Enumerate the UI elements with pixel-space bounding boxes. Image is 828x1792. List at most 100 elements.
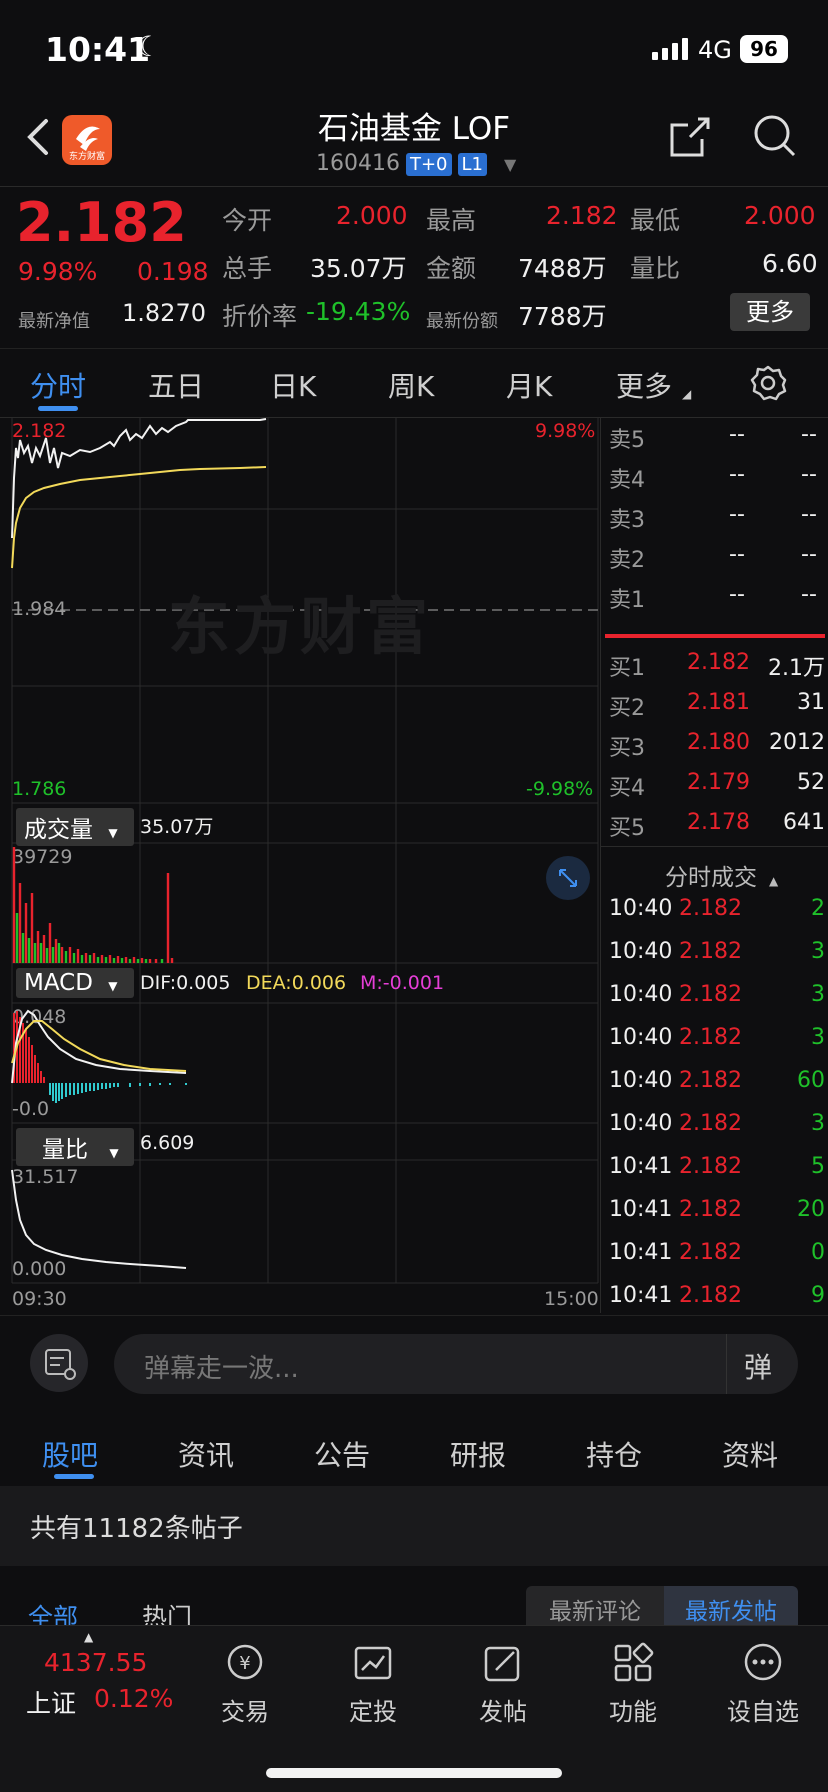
volume-indicator-label: 成交量	[24, 817, 93, 843]
order-book: 卖5 -- -- 卖4 -- -- 卖3 -- -- 卖2 -- -- 卖1 -- -- 买1 2.1…	[600, 418, 828, 1313]
change-pct: 9.98%	[18, 257, 98, 286]
signal-icon	[652, 38, 692, 60]
book-divider	[605, 634, 825, 638]
tag-l1: L1	[457, 152, 487, 176]
tab-guba[interactable]: 股吧	[42, 1434, 98, 1474]
tick-row: 10:40 2.182 3	[609, 982, 825, 1007]
tab-5day[interactable]: 五日	[148, 365, 204, 405]
stock-code-line: 160416 T+0 L1 ▼	[316, 151, 516, 176]
triangle-icon: ◢	[682, 387, 692, 401]
index-ticker[interactable]: ▲ 4137.55 上证 0.12%	[20, 1630, 180, 1730]
danmu-input[interactable]: 弹幕走一波... 弹	[114, 1334, 798, 1394]
dropdown-icon: ▼	[109, 1146, 119, 1160]
change-value: 0.198	[137, 257, 209, 286]
tab-monthly-k[interactable]: 月K	[506, 365, 552, 405]
chart-top-price: 2.182	[12, 420, 67, 442]
buy-row: 买5 2.178 641	[609, 810, 825, 841]
ratio-label: 量比	[630, 254, 681, 283]
volume-value: 35.07万	[310, 254, 407, 283]
forum-tab-underline	[54, 1474, 94, 1479]
tab-holdings[interactable]: 持仓	[586, 1434, 642, 1474]
tab-weekly-k[interactable]: 周K	[388, 365, 434, 405]
expand-icon[interactable]	[546, 856, 590, 900]
tick-row: 10:41 2.182 0	[609, 1240, 825, 1265]
buy-row: 买2 2.181 31	[609, 690, 825, 721]
buy-row: 买3 2.180 2012	[609, 730, 825, 761]
tag-t0: T+0	[405, 152, 452, 176]
macd-indicator-select[interactable]: MACD ▼	[16, 968, 134, 998]
tick-row: 10:40 2.182 3	[609, 1111, 825, 1136]
sell-row: 卖2 -- --	[609, 542, 817, 573]
svg-text:¥: ¥	[239, 1653, 250, 1674]
ratio-plot	[11, 1169, 187, 1269]
nav-invest[interactable]: 定投	[318, 1642, 428, 1727]
logo-text: 东方财富	[68, 152, 105, 162]
macd-indicator-label: MACD	[24, 970, 93, 996]
more-button[interactable]: 更多	[730, 293, 810, 331]
nav-watchlist[interactable]: 设自选	[708, 1642, 818, 1727]
amount-label: 金额	[426, 254, 477, 283]
post-count-bar: 共有11182条帖子	[0, 1486, 828, 1566]
ratio-bottom: 0.000	[12, 1258, 67, 1280]
danmu-toggle-button[interactable]: 弹	[744, 1346, 772, 1386]
volume-bars	[12, 847, 174, 963]
share-value: 7788万	[518, 302, 607, 331]
ticks-title[interactable]: 分时成交 ▲	[665, 858, 778, 892]
tab-news[interactable]: 资讯	[178, 1434, 234, 1474]
macd-dea: DEA:0.006	[246, 972, 347, 994]
share-label: 最新份额	[426, 311, 498, 332]
discount-label: 折价率	[222, 302, 298, 331]
nav-post[interactable]: 发帖	[448, 1642, 558, 1727]
tick-row: 10:40 2.182 2	[609, 896, 825, 921]
dropdown-icon: ▼	[108, 979, 118, 993]
tab-more[interactable]: 更多	[616, 365, 672, 405]
index-name: 上证	[26, 1689, 77, 1718]
discount-value: -19.43%	[306, 297, 411, 326]
volume-indicator-select[interactable]: 成交量 ▼	[16, 808, 134, 846]
chart-low-pct: -9.98%	[526, 778, 594, 800]
sort-latest-comment[interactable]: 最新评论	[526, 1586, 664, 1630]
open-label: 今开	[222, 206, 273, 235]
share-icon[interactable]	[668, 115, 712, 159]
nav-functions[interactable]: 功能	[578, 1642, 688, 1727]
home-indicator	[266, 1768, 562, 1778]
tab-announcements[interactable]: 公告	[314, 1434, 370, 1474]
tab-daily-k[interactable]: 日K	[270, 365, 316, 405]
tab-profile[interactable]: 资料	[722, 1434, 778, 1474]
tick-row: 10:40 2.182 3	[609, 1025, 825, 1050]
quote-panel: 2.182 9.98% 0.198 最新净值 1.8270 今开 2.000 最…	[0, 186, 828, 346]
caret-down-icon[interactable]: ▼	[504, 155, 516, 174]
trade-icon: ¥	[227, 1644, 263, 1680]
last-price: 2.182	[16, 191, 187, 254]
invest-icon	[354, 1646, 392, 1680]
chart-top-pct: 9.98%	[535, 420, 596, 442]
tick-row: 10:41 2.182 5	[609, 1154, 825, 1179]
macd-dif: DIF:0.005	[140, 972, 231, 994]
chart-low-price: 1.786	[12, 778, 67, 800]
sell-row: 卖4 -- --	[609, 462, 817, 493]
search-icon[interactable]	[752, 113, 798, 159]
tab-research[interactable]: 研报	[450, 1434, 506, 1474]
amount-value: 7488万	[518, 254, 607, 283]
watermark: 东方财富	[168, 590, 433, 663]
sell-row: 卖5 -- --	[609, 422, 817, 453]
danmu-placeholder: 弹幕走一波...	[144, 1354, 299, 1384]
moon-icon: ☾	[136, 30, 162, 63]
index-pct: 0.12%	[94, 1684, 174, 1713]
status-bar: 10:41 ☾ 4G 96	[0, 0, 828, 100]
sell-row: 卖3 -- --	[609, 502, 817, 533]
time-end: 15:00	[544, 1288, 599, 1310]
chart-tabs: 分时 五日 日K 周K 月K 更多 ◢	[0, 348, 828, 418]
tab-intraday[interactable]: 分时	[30, 365, 86, 405]
nav-trade[interactable]: ¥ 交易	[190, 1642, 300, 1727]
danmu-settings-icon[interactable]	[30, 1334, 88, 1392]
stock-code: 160416	[316, 151, 400, 176]
intraday-chart[interactable]: 2.182 9.98% 1.984 东方财富 1.786 -9.98% 成交量 …	[0, 418, 600, 1313]
settings-icon[interactable]	[748, 363, 788, 403]
macd-bottom: -0.0	[12, 1098, 50, 1120]
sort-latest-post[interactable]: 最新发帖	[664, 1586, 798, 1630]
header: 东方财富 石油基金 LOF 160416 T+0 L1 ▼	[0, 95, 828, 185]
low-label: 最低	[630, 206, 681, 235]
tab-underline	[38, 406, 78, 411]
tick-row: 10:40 2.182 60	[609, 1068, 825, 1093]
